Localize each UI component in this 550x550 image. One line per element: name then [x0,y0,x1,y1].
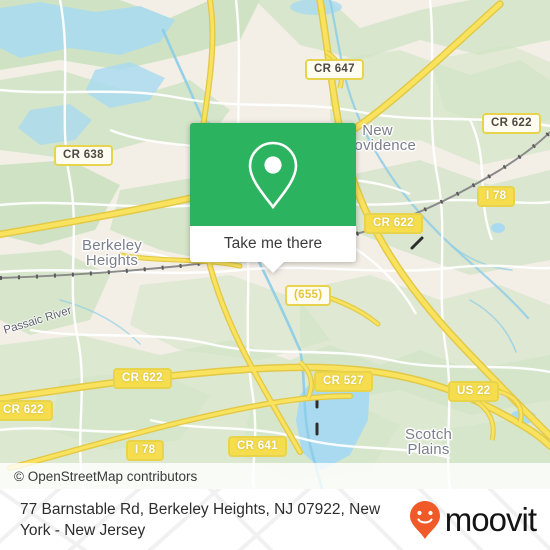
map-pin-icon [248,141,298,209]
moovit-pin-icon [409,500,440,539]
moovit-logo[interactable]: moovit [409,500,537,540]
take-me-there-label: Take me there [223,235,323,252]
footer-bar: 77 Barnstable Rd, Berkeley Heights, NJ 0… [0,489,550,550]
road-shield-cr-638[interactable]: CR 638 [54,145,113,166]
road-shield-cr-622-south[interactable]: CR 622 [113,368,172,389]
map-screenshot: New Providence Berkeley Heights Scotch P… [0,0,550,550]
road-shield-cr-622-ne[interactable]: CR 622 [482,113,541,134]
road-shield-us-22[interactable]: US 22 [448,381,500,402]
road-shield-cr-647[interactable]: CR 647 [305,59,364,80]
location-address: 77 Barnstable Rd, Berkeley Heights, NJ 0… [20,500,381,539]
road-shield-cr-641[interactable]: CR 641 [228,436,287,457]
road-shield-i-78-east[interactable]: I 78 [477,186,516,207]
openstreetmap-attribution[interactable]: © OpenStreetMap contributors [14,469,197,484]
map-canvas[interactable]: New Providence Berkeley Heights Scotch P… [0,0,550,489]
moovit-wordmark: moovit [444,501,537,538]
popup-pointer [262,262,284,273]
place-label-berkeley-heights: Berkeley Heights [82,237,142,269]
road-shield-cr-527[interactable]: CR 527 [314,371,373,392]
road-shield-cr-622-center[interactable]: CR 622 [364,213,423,234]
take-me-there-button[interactable]: Take me there [190,226,356,262]
road-shield-655[interactable]: (655) [285,285,332,306]
place-label-scotch-plains: Scotch Plains [405,426,453,458]
popup-header [190,123,356,226]
road-shield-cr-622-west[interactable]: CR 622 [0,400,53,421]
road-shield-i-78-west[interactable]: I 78 [126,440,165,461]
location-popup[interactable]: Take me there [190,123,356,273]
map-attribution-bar: © OpenStreetMap contributors [0,463,550,489]
